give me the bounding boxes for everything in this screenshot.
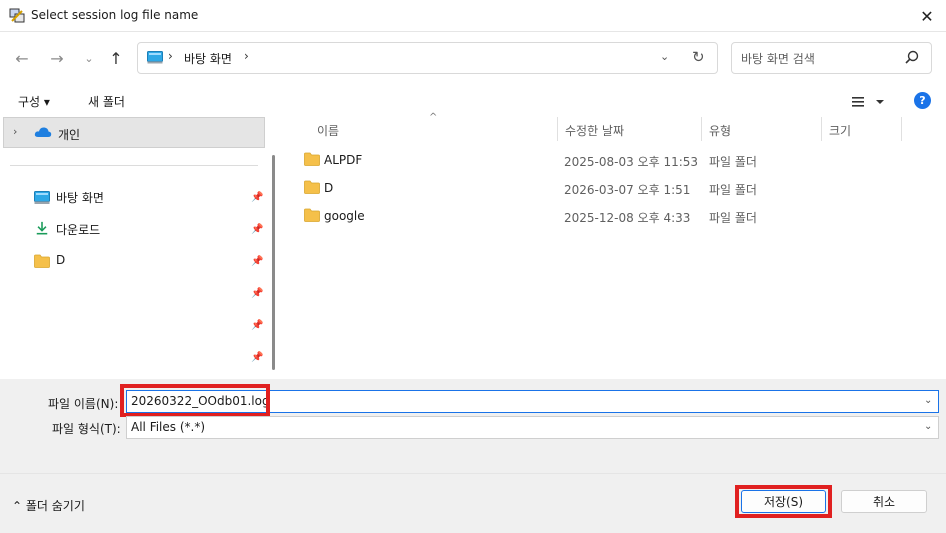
- column-separator[interactable]: [901, 117, 902, 141]
- sidebar-item-label: 다운로드: [56, 223, 101, 237]
- forward-button[interactable]: →: [45, 46, 69, 70]
- window-title: Select session log file name: [31, 8, 199, 22]
- file-type: 파일 폴더: [709, 211, 757, 225]
- back-arrow-icon: ←: [15, 48, 29, 68]
- search-placeholder: 바탕 화면 검색: [741, 52, 815, 66]
- navigation-pane: [0, 117, 278, 379]
- file-date: 2025-12-08 오후 4:33: [564, 211, 691, 225]
- search-icon[interactable]: [903, 49, 921, 67]
- help-icon[interactable]: ?: [914, 92, 931, 109]
- sidebar-divider: [10, 165, 258, 166]
- hide-folders-button[interactable]: ⌃ 폴더 숨기기: [12, 497, 85, 514]
- chevron-down-icon[interactable]: ⌄: [924, 421, 932, 432]
- column-header-name[interactable]: 이름: [317, 122, 339, 139]
- column-separator[interactable]: [821, 117, 822, 141]
- file-type: 파일 폴더: [709, 155, 757, 169]
- chevron-down-icon: ⌄: [84, 51, 94, 65]
- back-button[interactable]: ←: [10, 46, 34, 70]
- forward-arrow-icon: →: [50, 48, 64, 68]
- filetype-label: 파일 형식(T):: [52, 422, 121, 436]
- pin-icon[interactable]: 📌: [251, 224, 263, 235]
- folder-icon: [304, 208, 320, 222]
- folder-icon: [304, 180, 320, 194]
- file-date: 2026-03-07 오후 1:51: [564, 183, 691, 197]
- pin-icon[interactable]: 📌: [251, 192, 263, 203]
- expand-chevron-icon[interactable]: ›: [13, 125, 17, 138]
- pin-icon[interactable]: 📌: [251, 288, 263, 299]
- chevron-down-icon[interactable]: ⌄: [924, 395, 932, 406]
- file-name: google: [324, 209, 365, 223]
- file-type: 파일 폴더: [709, 183, 757, 197]
- address-dropdown-button[interactable]: ⌄: [660, 50, 676, 66]
- file-name: D: [324, 181, 334, 195]
- cancel-button[interactable]: 취소: [841, 490, 927, 513]
- footer-divider: [0, 473, 946, 474]
- putty-app-icon: [9, 8, 25, 23]
- up-button[interactable]: ↑: [104, 46, 128, 70]
- desktop-icon: [34, 191, 50, 204]
- column-separator[interactable]: [557, 117, 558, 141]
- sidebar-item-label: 개인: [58, 128, 81, 142]
- column-header-size[interactable]: 크기: [829, 122, 851, 139]
- breadcrumb-separator[interactable]: ›: [244, 49, 249, 63]
- sort-ascending-icon: ^: [429, 112, 438, 123]
- filename-label: 파일 이름(N):: [48, 397, 119, 411]
- list-view-icon: [852, 97, 864, 107]
- pin-icon[interactable]: 📌: [251, 256, 263, 267]
- file-date: 2025-08-03 오후 11:53: [564, 155, 699, 169]
- sidebar-item-d[interactable]: [33, 252, 263, 274]
- close-icon: ✕: [920, 6, 934, 26]
- column-header-date[interactable]: 수정한 날짜: [565, 122, 624, 139]
- column-separator[interactable]: [701, 117, 702, 141]
- up-arrow-icon: ↑: [109, 48, 123, 68]
- breadcrumb-desktop[interactable]: 바탕 화면: [184, 50, 232, 67]
- command-bar: [0, 84, 946, 117]
- view-options-button[interactable]: [850, 94, 886, 110]
- file-name: ALPDF: [324, 153, 363, 167]
- sidebar-scrollbar[interactable]: [272, 155, 275, 370]
- filetype-value[interactable]: All Files (*.*): [131, 420, 205, 434]
- column-header-type[interactable]: 유형: [709, 122, 731, 139]
- filetype-select[interactable]: [126, 416, 939, 439]
- chevron-down-icon: ⌄: [660, 50, 670, 63]
- save-highlight-box: [735, 485, 832, 518]
- pin-icon[interactable]: 📌: [251, 320, 263, 331]
- sidebar-item-label: D: [56, 253, 66, 267]
- pin-icon[interactable]: 📌: [251, 352, 263, 363]
- download-icon: [36, 221, 48, 235]
- filename-highlight-box: [120, 384, 270, 417]
- refresh-button[interactable]: ↻: [692, 48, 710, 66]
- close-button[interactable]: ✕: [914, 4, 940, 28]
- folder-icon: [34, 254, 50, 268]
- organize-button[interactable]: 구성 ▾: [18, 93, 50, 110]
- breadcrumb-separator[interactable]: ›: [168, 49, 173, 63]
- sidebar-item-label: 바탕 화면: [56, 191, 104, 205]
- desktop-icon: [147, 51, 163, 64]
- refresh-icon: ↻: [692, 48, 705, 66]
- recent-locations-button[interactable]: ⌄: [77, 46, 101, 70]
- onedrive-cloud-icon: [34, 127, 52, 137]
- new-folder-button[interactable]: 새 폴더: [88, 93, 125, 110]
- folder-icon: [304, 152, 320, 166]
